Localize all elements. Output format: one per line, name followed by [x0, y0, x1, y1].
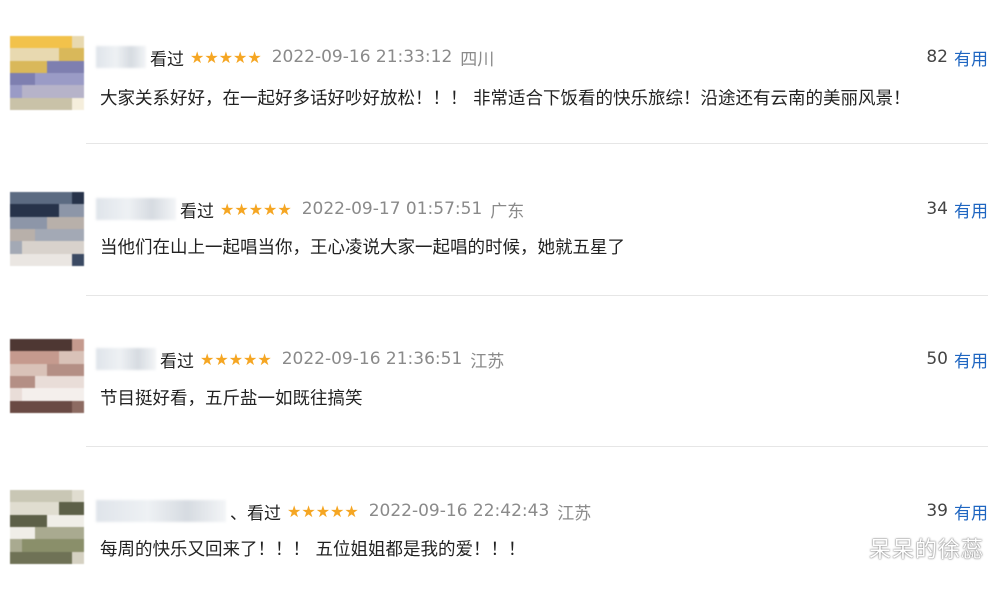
username[interactable] [96, 500, 226, 522]
username[interactable] [96, 348, 156, 370]
useful-count: 82 [926, 47, 948, 67]
useful-vote[interactable]: 39 有用 [926, 498, 988, 524]
useful-button[interactable]: 有用 [954, 347, 988, 372]
review-time: 2022-09-16 22:42:43 [368, 501, 550, 521]
review-location: 江苏 [470, 351, 505, 372]
watched-label: 、看过 [230, 503, 281, 524]
star-rating: ★★★★★ [287, 501, 359, 521]
review-meta: 看过 ★★★★★ 2022-09-16 21:36:51 江苏 [96, 346, 504, 372]
review-location: 江苏 [557, 503, 592, 524]
review-meta: 看过 ★★★★★ 2022-09-17 01:57:51 广东 [96, 196, 524, 222]
review-text: 节目挺好看，五斤盐一如既往搞笑 [100, 389, 363, 409]
useful-vote[interactable]: 82 有用 [926, 44, 988, 70]
avatar[interactable] [10, 36, 84, 110]
review-meta: 看过 ★★★★★ 2022-09-16 21:33:12 四川 [96, 44, 494, 70]
review-location: 广东 [490, 201, 525, 222]
watched-label: 看过 [160, 351, 194, 372]
divider [86, 446, 988, 447]
useful-button[interactable]: 有用 [954, 45, 988, 70]
review-time: 2022-09-16 21:33:12 [271, 47, 453, 67]
review-item: 看过 ★★★★★ 2022-09-17 01:57:51 广东 34 有用 当他… [0, 152, 998, 302]
review-text: 大家关系好好，在一起好多话好吵好放松！！！ 非常适合下饭看的快乐旅综！沿途还有云… [100, 89, 911, 109]
review-time: 2022-09-16 21:36:51 [281, 349, 463, 369]
avatar[interactable] [10, 339, 84, 413]
review-item: 、看过 ★★★★★ 2022-09-16 22:42:43 江苏 39 有用 每… [0, 454, 998, 604]
useful-count: 39 [926, 501, 948, 521]
review-item: 看过 ★★★★★ 2022-09-16 21:36:51 江苏 50 有用 节目… [0, 303, 998, 453]
useful-vote[interactable]: 50 有用 [926, 346, 988, 372]
useful-count: 50 [926, 349, 948, 369]
username[interactable] [96, 198, 176, 220]
avatar[interactable] [10, 192, 84, 266]
review-text: 当他们在山上一起唱当你，王心凌说大家一起唱的时候，她就五星了 [100, 238, 625, 258]
useful-count: 34 [926, 199, 948, 219]
review-time: 2022-09-17 01:57:51 [301, 199, 483, 219]
divider [86, 143, 988, 144]
star-rating: ★★★★★ [200, 349, 272, 369]
review-text: 每周的快乐又回来了！！！ 五位姐姐都是我的爱！！！ [100, 540, 526, 560]
watched-label: 看过 [180, 201, 214, 222]
star-rating: ★★★★★ [220, 199, 292, 219]
review-meta: 、看过 ★★★★★ 2022-09-16 22:42:43 江苏 [96, 498, 591, 524]
watermark: 呆呆的徐蕊 [868, 538, 984, 563]
avatar[interactable] [10, 490, 84, 564]
star-rating: ★★★★★ [190, 47, 262, 67]
useful-vote[interactable]: 34 有用 [926, 196, 988, 222]
watched-label: 看过 [150, 49, 184, 70]
useful-button[interactable]: 有用 [954, 197, 988, 222]
divider [86, 295, 988, 296]
useful-button[interactable]: 有用 [954, 499, 988, 524]
review-item: 看过 ★★★★★ 2022-09-16 21:33:12 四川 82 有用 大家… [0, 0, 998, 150]
username[interactable] [96, 46, 146, 68]
review-location: 四川 [460, 49, 495, 70]
